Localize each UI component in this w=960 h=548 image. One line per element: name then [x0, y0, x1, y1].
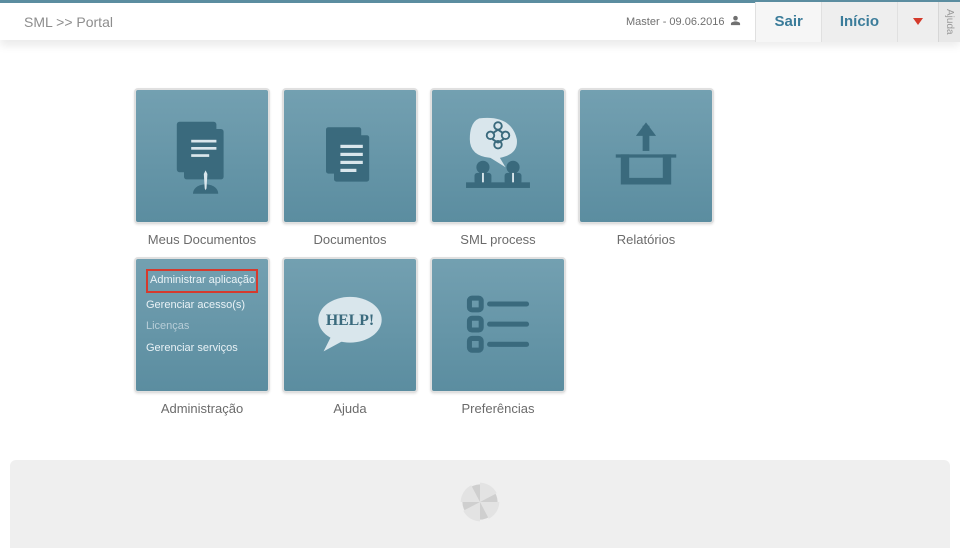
tile-caption: SML process [460, 232, 535, 247]
admin-menu-gerenciar-acessos[interactable]: Gerenciar acesso(s) [146, 295, 258, 317]
caret-down-icon [912, 17, 924, 27]
logout-button[interactable]: Sair [755, 2, 820, 42]
tile-administracao[interactable]: Administrar aplicação Gerenciar acesso(s… [134, 257, 270, 393]
tile-caption: Relatórios [617, 232, 676, 247]
tile-cell-relatorios: Relatórios [576, 88, 716, 247]
tile-cell-documentos: Documentos [280, 88, 420, 247]
tile-cell-preferencias: Preferências [428, 257, 568, 416]
reports-icon [604, 114, 688, 198]
process-icon [451, 109, 545, 203]
tile-preferencias[interactable] [430, 257, 566, 393]
help-strip[interactable]: Ajuda [938, 2, 960, 42]
help-icon: HELP! [306, 281, 394, 369]
home-button[interactable]: Início [821, 2, 897, 42]
admin-menu-gerenciar-servicos[interactable]: Gerenciar serviços [146, 338, 258, 360]
aperture-icon [458, 480, 502, 529]
tile-caption: Preferências [462, 401, 535, 416]
tile-cell-sml-process: SML process [428, 88, 568, 247]
tile-caption: Administração [161, 401, 243, 416]
svg-text:HELP!: HELP! [326, 312, 374, 329]
documents-icon [310, 116, 390, 196]
user-documents-icon [157, 111, 247, 201]
tile-cell-meus-documentos: Meus Documentos [132, 88, 272, 247]
user-info: Master - 09.06.2016 [626, 15, 755, 29]
tile-cell-administracao: Administrar aplicação Gerenciar acesso(s… [132, 257, 272, 416]
dropdown-button[interactable] [897, 2, 938, 42]
tile-caption: Documentos [314, 232, 387, 247]
tile-caption: Meus Documentos [148, 232, 256, 247]
tile-grid: Meus Documentos Documentos [0, 88, 860, 416]
tile-meus-documentos[interactable] [134, 88, 270, 224]
user-icon [730, 15, 741, 29]
user-label: Master - 09.06.2016 [626, 16, 724, 28]
tile-caption: Ajuda [333, 401, 366, 416]
top-bar: SML >> Portal Master - 09.06.2016 Sair I… [0, 0, 960, 40]
breadcrumb: SML >> Portal [0, 14, 113, 30]
tile-ajuda[interactable]: HELP! [282, 257, 418, 393]
tile-relatorios[interactable] [578, 88, 714, 224]
admin-menu-licencas[interactable]: Licenças [146, 316, 258, 338]
tile-sml-process[interactable] [430, 88, 566, 224]
admin-menu-administrar-aplicacao[interactable]: Administrar aplicação [146, 269, 258, 293]
tile-documentos[interactable] [282, 88, 418, 224]
tile-cell-ajuda: HELP! Ajuda [280, 257, 420, 416]
footer [10, 460, 950, 548]
preferences-icon [456, 283, 540, 367]
